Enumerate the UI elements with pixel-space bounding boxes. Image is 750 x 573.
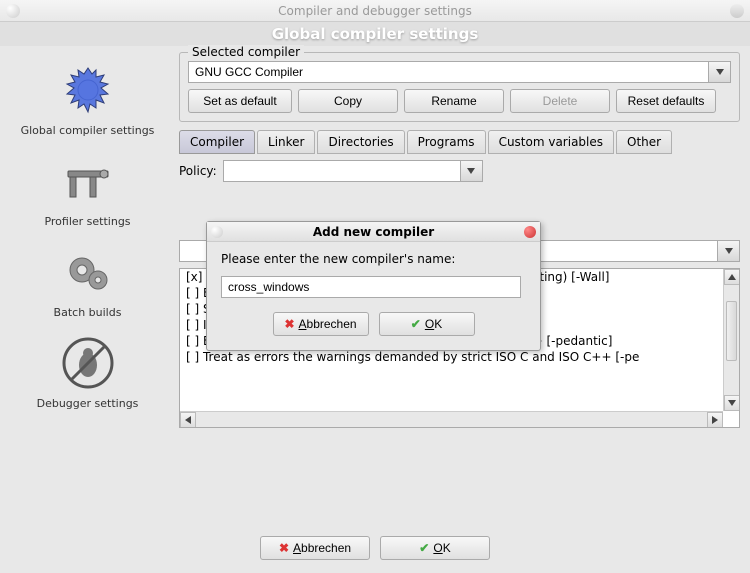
cancel-icon: ✖: [279, 541, 289, 555]
sidebar: Global compiler settings Profiler settin…: [0, 46, 175, 526]
delete-button: Delete: [510, 89, 610, 113]
dropdown-button[interactable]: [717, 241, 739, 261]
ok-button[interactable]: ✔ OK: [380, 536, 490, 560]
gears-icon: [56, 240, 120, 304]
compiler-select[interactable]: [188, 61, 731, 83]
dialog-prompt: Please enter the new compiler's name:: [221, 252, 526, 266]
page-banner: Global compiler settings: [0, 22, 750, 46]
tab-other[interactable]: Other: [616, 130, 672, 154]
list-item[interactable]: [ ] Treat as errors the warnings demande…: [180, 349, 723, 365]
window-title: Compiler and debugger settings: [278, 4, 472, 18]
chevron-down-icon: [725, 248, 733, 254]
scroll-left-button[interactable]: [180, 412, 196, 428]
sidebar-item-label: Profiler settings: [44, 215, 130, 228]
tab-linker[interactable]: Linker: [257, 130, 315, 154]
chevron-up-icon: [728, 274, 736, 280]
scroll-down-button[interactable]: [724, 395, 740, 411]
selected-compiler-group: Selected compiler Set as default Copy Re…: [179, 52, 740, 122]
dialog-title: Add new compiler: [313, 225, 434, 239]
horizontal-scrollbar[interactable]: [180, 411, 723, 427]
sidebar-item-batch-builds[interactable]: Batch builds: [0, 236, 175, 323]
chevron-down-icon: [467, 168, 475, 174]
scroll-up-button[interactable]: [724, 269, 740, 285]
ok-label: OK: [433, 541, 450, 555]
gear-icon: [56, 58, 120, 122]
compiler-select-value[interactable]: [189, 63, 708, 81]
fieldset-legend: Selected compiler: [188, 45, 304, 59]
dialog-cancel-button[interactable]: ✖ Abbrechen: [273, 312, 369, 336]
scroll-track[interactable]: [196, 412, 707, 427]
ok-icon: ✔: [419, 541, 429, 555]
dialog-titlebar: Add new compiler: [207, 222, 540, 242]
chevron-left-icon: [185, 416, 191, 424]
chevron-down-icon: [728, 400, 736, 406]
policy-select-value[interactable]: [224, 162, 460, 180]
chevron-right-icon: [712, 416, 718, 424]
reset-defaults-button[interactable]: Reset defaults: [616, 89, 716, 113]
tab-bar: Compiler Linker Directories Programs Cus…: [179, 130, 740, 154]
chevron-down-icon: [716, 69, 724, 75]
sidebar-item-label: Batch builds: [54, 306, 122, 319]
vertical-scrollbar[interactable]: [723, 269, 739, 411]
dialog-ok-label: OK: [425, 317, 442, 331]
tab-directories[interactable]: Directories: [317, 130, 404, 154]
copy-button[interactable]: Copy: [298, 89, 398, 113]
window-close-button[interactable]: [730, 4, 744, 18]
sidebar-item-profiler[interactable]: Profiler settings: [0, 145, 175, 232]
cancel-label: Abbrechen: [293, 541, 351, 555]
rename-button[interactable]: Rename: [404, 89, 504, 113]
policy-select[interactable]: [223, 160, 483, 182]
scroll-right-button[interactable]: [707, 412, 723, 428]
dialog-cancel-label: Abbrechen: [299, 317, 357, 331]
cancel-button[interactable]: ✖ Abbrechen: [260, 536, 370, 560]
set-default-button[interactable]: Set as default: [188, 89, 292, 113]
window-icon: [6, 4, 20, 18]
policy-row: Policy:: [179, 160, 740, 182]
dialog-icon: [211, 226, 223, 238]
dialog-ok-button[interactable]: ✔ OK: [379, 312, 475, 336]
window-titlebar: Compiler and debugger settings: [0, 0, 750, 22]
add-compiler-dialog: Add new compiler Please enter the new co…: [206, 221, 541, 351]
no-bug-icon: [56, 331, 120, 395]
ok-icon: ✔: [411, 317, 421, 331]
tab-custom-variables[interactable]: Custom variables: [488, 130, 614, 154]
sidebar-item-label: Debugger settings: [37, 397, 139, 410]
tab-programs[interactable]: Programs: [407, 130, 486, 154]
policy-label: Policy:: [179, 164, 217, 178]
sidebar-item-debugger[interactable]: Debugger settings: [0, 327, 175, 414]
dialog-button-row: ✖ Abbrechen ✔ OK: [0, 526, 750, 570]
cancel-icon: ✖: [284, 317, 294, 331]
sidebar-item-global-compiler[interactable]: Global compiler settings: [0, 54, 175, 141]
caliper-icon: [56, 149, 120, 213]
dropdown-button[interactable]: [708, 62, 730, 82]
tab-compiler[interactable]: Compiler: [179, 130, 255, 154]
dropdown-button[interactable]: [460, 161, 482, 181]
compiler-name-input[interactable]: [221, 276, 521, 298]
sidebar-item-label: Global compiler settings: [21, 124, 155, 137]
scroll-thumb[interactable]: [726, 301, 737, 361]
dialog-close-button[interactable]: [524, 226, 536, 238]
